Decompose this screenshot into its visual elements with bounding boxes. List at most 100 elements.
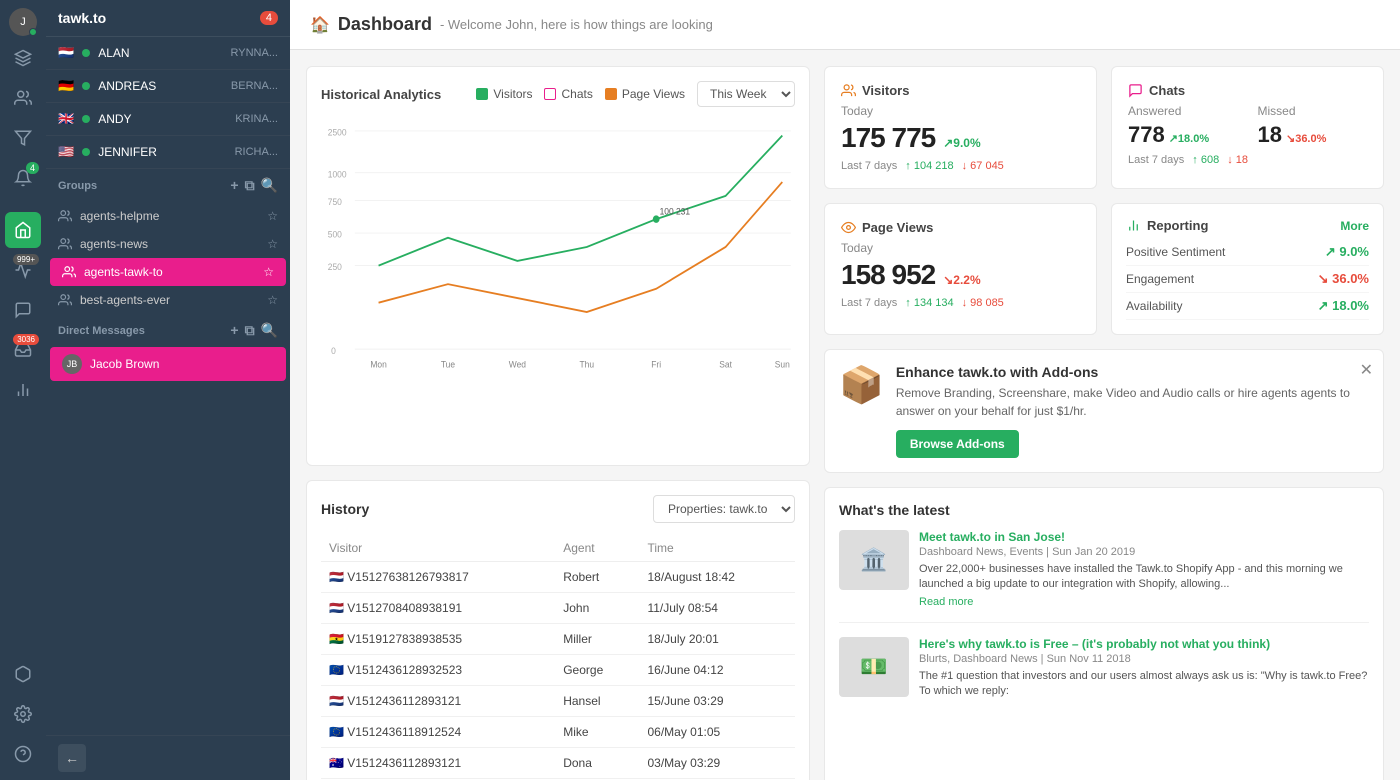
svg-text:Thu: Thu [579, 359, 594, 369]
help-icon-btn[interactable] [5, 736, 41, 772]
table-row[interactable]: 🇦🇺 V1512436112893121 Dona 03/May 03:29 [321, 748, 795, 779]
group-name-agents-tawk-to: agents-tawk-to [84, 265, 255, 279]
filter-icon-btn[interactable] [5, 120, 41, 156]
visitors-today-change: ↗9.0% [943, 136, 980, 150]
chart-legend: Visitors Chats Page Views This Week Last… [476, 81, 795, 107]
time-cell: 16/June 04:12 [639, 655, 795, 686]
settings-icon-btn[interactable] [5, 696, 41, 732]
contact-item-jennifer[interactable]: 🇺🇸 JENNIFER RICHA... [46, 136, 290, 169]
add-group-icon[interactable]: + [230, 177, 238, 194]
contact-item-andy[interactable]: 🇬🇧 ANDY KRINA... [46, 103, 290, 136]
news-title-1[interactable]: Here's why tawk.to is Free – (it's proba… [919, 637, 1369, 651]
news-thumb-1: 💵 [839, 637, 909, 697]
agent-cell: Miller [555, 624, 639, 655]
add-dm-icon[interactable]: + [230, 322, 238, 339]
chats-icon [1128, 83, 1143, 98]
news-title-0[interactable]: Meet tawk.to in San Jose! [919, 530, 1369, 544]
table-row[interactable]: 🇳🇱 V1512708408938191 John 11/July 08:54 [321, 593, 795, 624]
chats-answered-value: 778 [1128, 122, 1165, 148]
news-thumb-0: 🏛️ [839, 530, 909, 590]
svg-text:Sat: Sat [719, 359, 732, 369]
bell-icon-btn[interactable]: 4 [5, 160, 41, 196]
table-row[interactable]: 🇪🇺 V1512436118912524 Mike 06/May 01:05 [321, 717, 795, 748]
box-icon-btn[interactable] [5, 656, 41, 692]
group-item-best-agents-ever[interactable]: best-agents-ever ☆ [46, 286, 290, 314]
flag-us: 🇺🇸 [58, 144, 74, 160]
back-btn[interactable]: ← [58, 744, 86, 772]
flag-nl: 🇳🇱 [58, 45, 74, 61]
agent-cell: George [555, 655, 639, 686]
news-items: 🏛️ Meet tawk.to in San Jose! Dashboard N… [839, 530, 1369, 714]
dm-item-jacob-brown[interactable]: JB Jacob Brown [50, 347, 286, 381]
group-item-agents-tawk-to[interactable]: agents-tawk-to ☆ [50, 258, 286, 286]
time-range-select[interactable]: This Week Last Week This Month [697, 81, 795, 107]
historical-analytics-card: Historical Analytics Visitors Chats Page… [306, 66, 810, 466]
activity-icon-btn[interactable]: 999+ [5, 252, 41, 288]
visitors-card-title: Visitors [841, 83, 1080, 98]
history-properties-select[interactable]: Properties: tawk.to [653, 495, 795, 523]
page-views-last7-down: ↓ 98 085 [962, 297, 1004, 309]
search-dm-icon[interactable]: 🔍 [261, 322, 278, 339]
news-section-title: What's the latest [839, 502, 1369, 518]
time-cell: 11/July 08:54 [639, 593, 795, 624]
chats-missed-change: ↘36.0% [1286, 132, 1326, 145]
visitors-last7-up: ↑ 104 218 [905, 160, 953, 172]
svg-text:Sun: Sun [775, 359, 790, 369]
star-icon-agents-helpme[interactable]: ☆ [267, 209, 278, 223]
reporting-item: Availability ↗ 18.0% [1126, 293, 1369, 320]
page-subtitle: - Welcome John, here is how things are l… [440, 17, 713, 32]
star-icon-best-agents-ever[interactable]: ☆ [267, 293, 278, 307]
copy-group-icon[interactable]: ⧉ [245, 177, 255, 194]
group-item-agents-helpme[interactable]: agents-helpme ☆ [46, 202, 290, 230]
contact-name-alan: ALAN [98, 46, 222, 60]
news-meta-0: Dashboard News, Events | Sun Jan 20 2019 [919, 546, 1369, 558]
table-row[interactable]: 🇪🇺 V1512436128932523 George 16/June 04:1… [321, 655, 795, 686]
contact-item-andreas[interactable]: 🇩🇪 ANDREAS BERNA... [46, 70, 290, 103]
chats-missed-label: Missed [1258, 104, 1368, 118]
time-cell: 15/June 03:29 [639, 686, 795, 717]
star-icon-agents-tawk-to[interactable]: ☆ [263, 265, 274, 279]
svg-text:250: 250 [328, 262, 342, 272]
home-icon-btn[interactable] [5, 212, 41, 248]
time-cell: 18/August 18:42 [639, 562, 795, 593]
layers-icon-btn[interactable] [5, 40, 41, 76]
chats-last7-up: ↑ 608 [1192, 154, 1219, 166]
read-more-link-0[interactable]: Read more [919, 596, 973, 608]
chat-icon-btn[interactable] [5, 292, 41, 328]
right-top-row: Visitors Today 175 775 ↗9.0% Last 7 days… [824, 66, 1384, 189]
icon-bar: J 4 999+ 3036 [0, 0, 46, 780]
table-row[interactable]: 🇳🇱 V1512436112893121 Hansel 15/June 03:2… [321, 686, 795, 717]
user-avatar[interactable]: J [9, 8, 37, 36]
chats-last7-label: Last 7 days [1128, 154, 1184, 166]
addon-close-btn[interactable]: ✕ [1360, 360, 1373, 380]
star-icon-agents-news[interactable]: ☆ [267, 237, 278, 251]
svg-text:1000: 1000 [328, 169, 347, 179]
copy-dm-icon[interactable]: ⧉ [245, 322, 255, 339]
group-name-agents-news: agents-news [80, 237, 259, 251]
inbox-icon-btn[interactable]: 3036 [5, 332, 41, 368]
agents-icon-btn[interactable] [5, 80, 41, 116]
news-desc-1: The #1 question that investors and our u… [919, 669, 1369, 700]
addon-content: Enhance tawk.to with Add-ons Remove Bran… [896, 364, 1369, 458]
table-row[interactable]: 🇬🇭 V1519127838938535 Miller 18/July 20:0… [321, 624, 795, 655]
chats-missed-value: 18 [1258, 122, 1282, 148]
browse-addons-btn[interactable]: Browse Add-ons [896, 430, 1019, 458]
chart-area: 2500 1000 750 500 250 0 Mon Tue [321, 117, 795, 377]
chart-icon-btn[interactable] [5, 372, 41, 408]
legend-chats-label: Chats [561, 87, 592, 101]
addon-icon: 📦 [839, 364, 884, 406]
contact-item-alan[interactable]: 🇳🇱 ALAN RYNNA... [46, 37, 290, 70]
groups-actions: + ⧉ 🔍 [230, 177, 278, 194]
reporting-item-label: Engagement [1126, 272, 1194, 286]
direct-messages-section-label: Direct Messages + ⧉ 🔍 [46, 314, 290, 347]
sidebar-header: tawk.to 4 [46, 0, 290, 37]
group-item-agents-news[interactable]: agents-news ☆ [46, 230, 290, 258]
reporting-item-label: Positive Sentiment [1126, 245, 1225, 259]
dashboard: Historical Analytics Visitors Chats Page… [290, 50, 1400, 780]
svg-text:Fri: Fri [651, 359, 661, 369]
search-group-icon[interactable]: 🔍 [261, 177, 278, 194]
reporting-more-link[interactable]: More [1340, 219, 1369, 233]
visitors-last7-down: ↓ 67 045 [962, 160, 1004, 172]
table-row[interactable]: 🇳🇱 V15127638126793817 Robert 18/August 1… [321, 562, 795, 593]
page-views-today-label: Today [841, 241, 1080, 255]
